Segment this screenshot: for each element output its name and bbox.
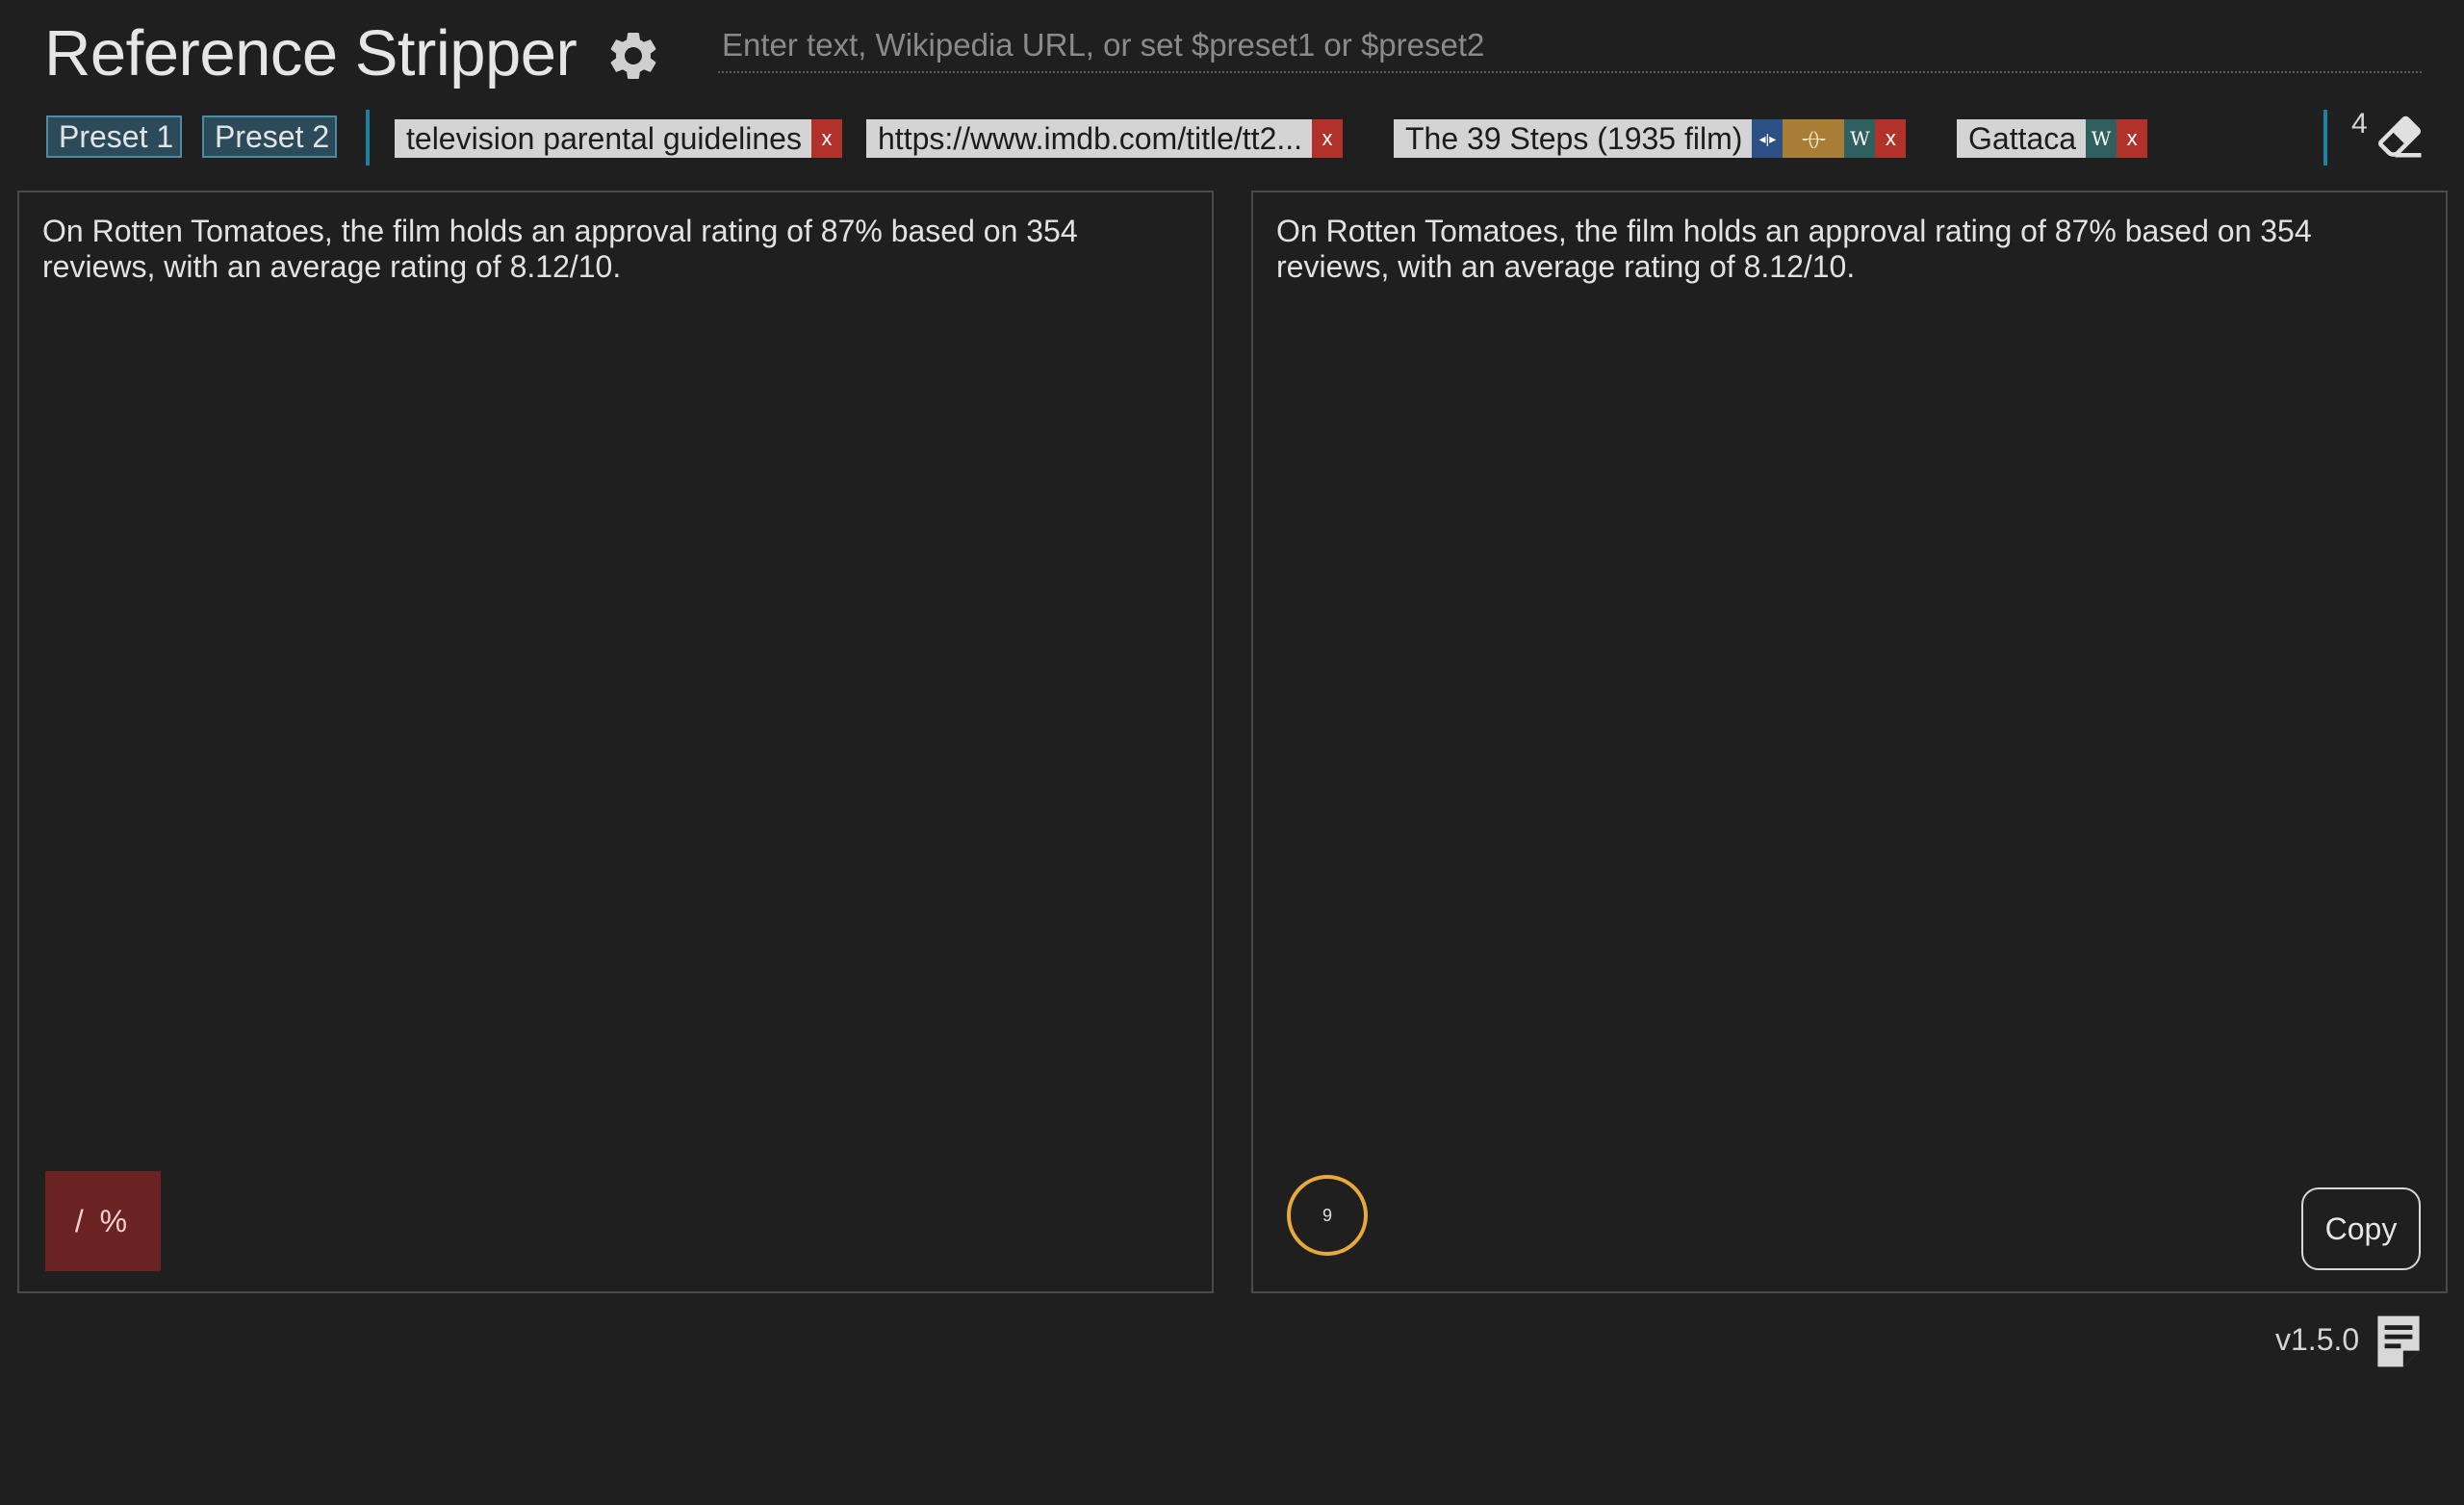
strikethrough-brackets-icon[interactable]: -()- [1783, 119, 1845, 158]
chip-label: television parental guidelines [406, 121, 802, 156]
app-title: Reference Stripper [44, 17, 578, 89]
close-icon[interactable]: x [1875, 119, 1907, 158]
version-label: v1.5.0 [2275, 1322, 2360, 1357]
app: Reference Stripper Preset 1 Preset 2 tel… [0, 0, 2464, 1505]
chip-label: The 39 Steps (1935 film) [1405, 121, 1743, 156]
history-chip[interactable]: The 39 Steps (1935 film) ◂|▸ -()- W x [1394, 119, 1907, 158]
input-text[interactable]: On Rotten Tomatoes, the film holds an ap… [42, 214, 1193, 285]
gear-icon[interactable] [604, 27, 662, 85]
close-icon[interactable]: x [2117, 119, 2148, 158]
main-input[interactable] [718, 19, 2422, 73]
chip-label: https://www.imdb.com/title/tt2... [878, 121, 1303, 156]
preset-2-button[interactable]: Preset 2 [202, 115, 337, 158]
close-icon[interactable]: x [810, 119, 842, 158]
eraser-icon[interactable] [2374, 110, 2426, 162]
toolbar-divider [366, 110, 370, 166]
input-panel[interactable]: On Rotten Tomatoes, the film holds an ap… [17, 191, 1214, 1293]
preset-1-button[interactable]: Preset 1 [46, 115, 182, 158]
progress-value: 9 [1322, 1205, 1332, 1225]
close-icon[interactable]: x [1312, 119, 1344, 158]
wikipedia-icon[interactable]: W [1844, 119, 1876, 158]
wikipedia-icon[interactable]: W [2086, 119, 2118, 158]
progress-ring: 9 [1286, 1174, 1369, 1257]
history-chip[interactable]: television parental guidelines x [395, 119, 842, 158]
expand-icon[interactable]: ◂|▸ [1752, 119, 1784, 158]
regex-toggle-button[interactable]: / % [45, 1171, 161, 1271]
chip-label: Gattaca [1968, 121, 2077, 156]
history-chip[interactable]: Gattaca W x [1957, 119, 2148, 158]
copy-button[interactable]: Copy [2301, 1187, 2421, 1270]
output-text: On Rotten Tomatoes, the film holds an ap… [1276, 214, 2312, 284]
release-notes-icon[interactable] [2375, 1313, 2422, 1370]
history-count: 4 [2351, 108, 2368, 140]
output-panel: On Rotten Tomatoes, the film holds an ap… [1251, 191, 2448, 1293]
history-chip[interactable]: https://www.imdb.com/title/tt2... x [866, 119, 1344, 158]
history-divider [2323, 110, 2327, 166]
